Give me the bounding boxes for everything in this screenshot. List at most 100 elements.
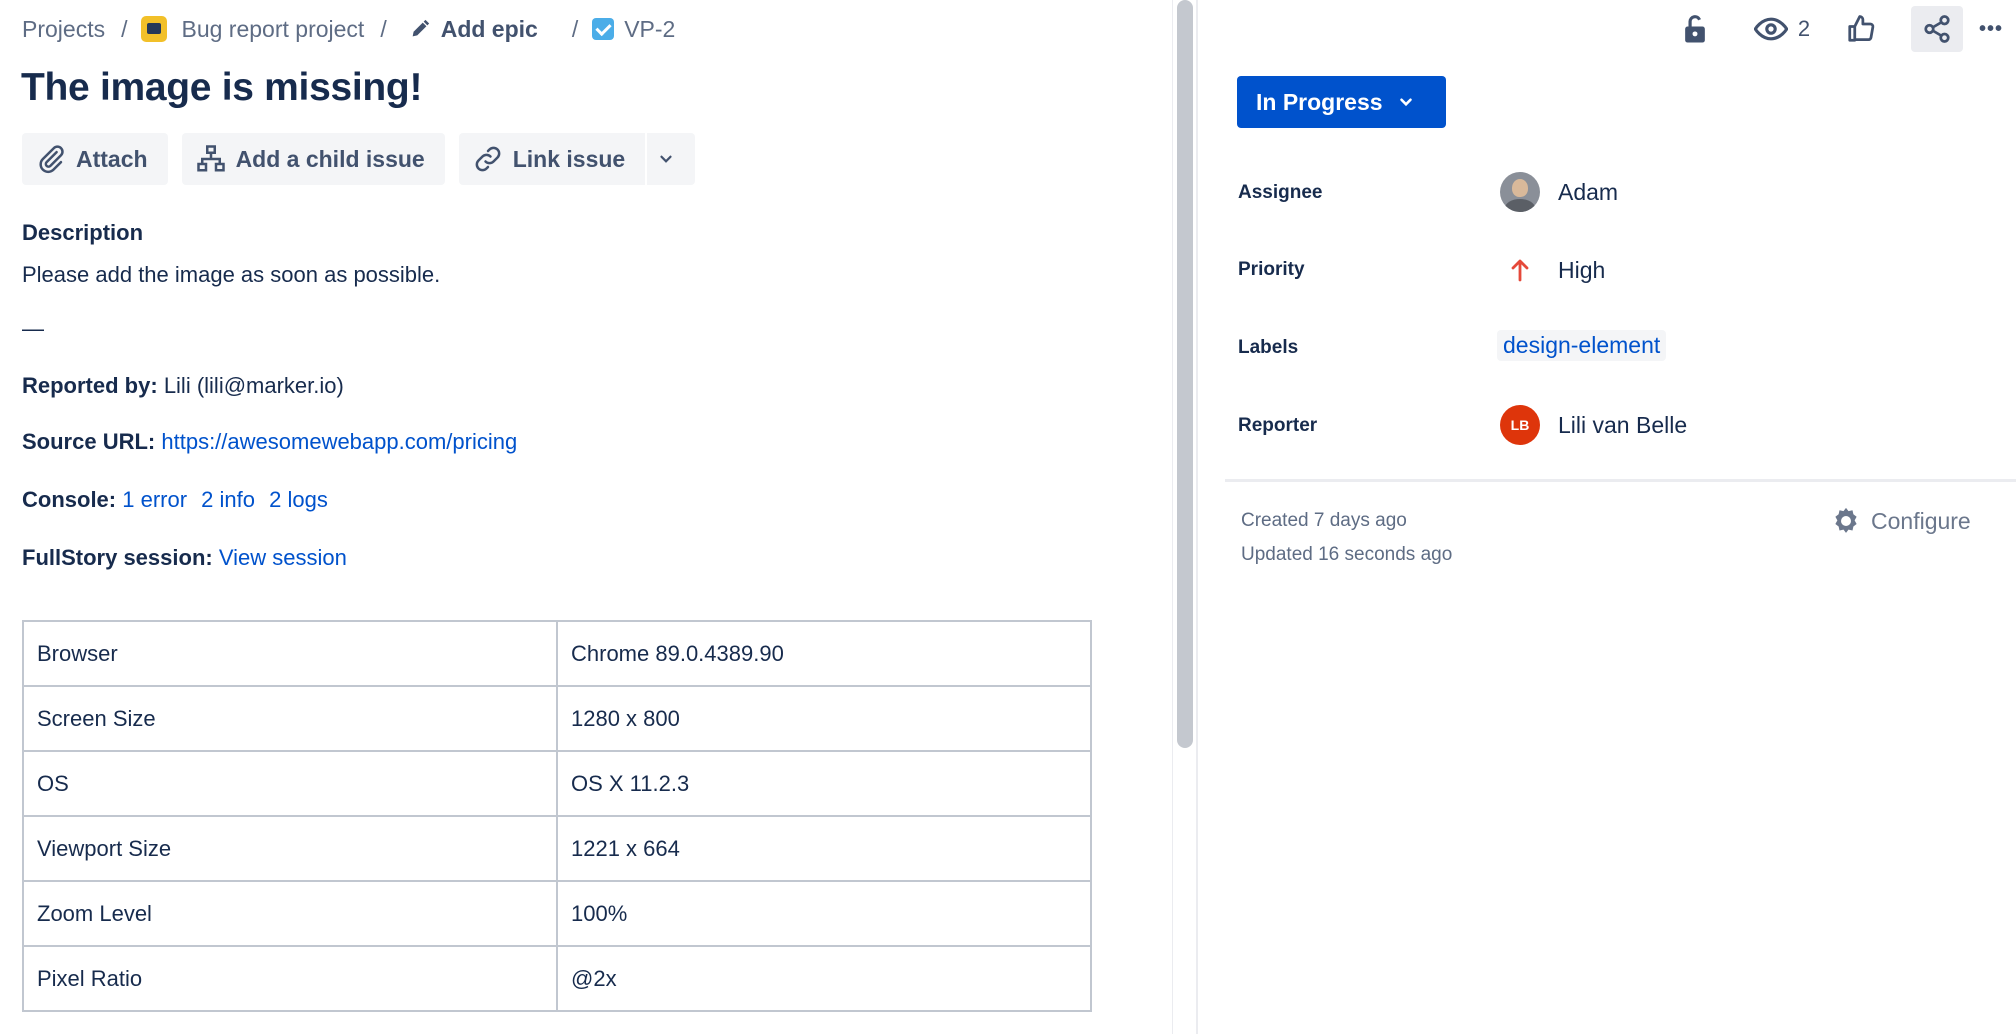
reported-by-line: Reported by: Lili (lili@marker.io) xyxy=(22,373,344,399)
add-child-label: Add a child issue xyxy=(235,145,425,172)
watchers-count: 2 xyxy=(1797,16,1811,41)
link-issue-label: Link issue xyxy=(512,145,626,172)
fullstory-label: FullStory session: xyxy=(22,545,213,570)
breadcrumb: Projects / Bug report project / Add epic… xyxy=(22,14,675,44)
configure-label: Configure xyxy=(1871,507,1971,534)
issue-details-panel: 2 ••• In Progress Assignee Adam Priority… xyxy=(1199,0,2016,1034)
reporter-value: Lili van Belle xyxy=(1558,411,1688,438)
issue-title[interactable]: The image is missing! xyxy=(21,66,422,110)
source-url-line: Source URL: https://awesomewebapp.com/pr… xyxy=(22,429,525,455)
labels-label: Labels xyxy=(1238,337,1299,358)
breadcrumb-separator: / xyxy=(380,15,387,42)
scrollbar-thumb[interactable] xyxy=(1177,0,1193,748)
breadcrumb-issue-key[interactable]: VP-2 xyxy=(592,16,675,43)
console-logs-link[interactable]: 2 logs xyxy=(269,487,328,512)
labels-field[interactable]: design-element xyxy=(1497,330,1667,361)
paperclip-icon xyxy=(39,145,64,174)
created-date: Created 7 days ago xyxy=(1241,510,1407,531)
unlock-icon xyxy=(1685,15,1705,43)
updated-date: Updated 16 seconds ago xyxy=(1241,544,1453,565)
assignee-field[interactable]: Adam xyxy=(1500,172,1618,212)
issue-toolbar: 2 ••• xyxy=(1199,0,2016,54)
table-cell-key: Browser xyxy=(22,620,558,687)
priority-high-icon xyxy=(1500,250,1540,290)
table-cell-key: Zoom Level xyxy=(22,880,558,947)
more-actions-button[interactable] xyxy=(645,133,695,185)
gear-icon xyxy=(1835,507,1857,533)
breadcrumb-separator: / xyxy=(121,15,128,42)
assignee-label: Assignee xyxy=(1238,182,1323,203)
table-cell-value: @2x xyxy=(556,945,1092,1012)
share-icon xyxy=(1924,15,1950,43)
status-dropdown[interactable]: In Progress xyxy=(1237,76,1446,128)
task-type-icon xyxy=(592,18,615,40)
table-cell-key: Screen Size xyxy=(22,685,558,752)
table-row: Screen Size 1280 x 800 xyxy=(22,685,1092,752)
table-row: Zoom Level 100% xyxy=(22,880,1092,947)
source-url-label: Source URL: xyxy=(22,429,156,454)
description-divider: — xyxy=(22,316,44,341)
reported-by-value: Lili (lili@marker.io) xyxy=(163,373,344,398)
label-chip[interactable]: design-element xyxy=(1497,330,1667,361)
table-row: OS OS X 11.2.3 xyxy=(22,750,1092,817)
thumbs-up-icon xyxy=(1848,15,1875,42)
link-issue-group: Link issue xyxy=(458,133,696,185)
watch-button[interactable]: 2 xyxy=(1747,6,1817,52)
add-epic-label: Add epic xyxy=(440,15,538,42)
console-error-link[interactable]: 1 error xyxy=(122,487,187,512)
add-child-issue-button[interactable]: Add a child issue xyxy=(181,133,445,185)
description-heading: Description xyxy=(22,220,144,245)
assignee-value: Adam xyxy=(1558,178,1619,205)
console-info-link[interactable]: 2 info xyxy=(201,487,255,512)
table-cell-value: 1221 x 664 xyxy=(556,815,1092,882)
assignee-avatar xyxy=(1500,172,1540,212)
status-label: In Progress xyxy=(1256,88,1383,115)
table-row: Viewport Size 1221 x 664 xyxy=(22,815,1092,882)
more-options-button[interactable]: ••• xyxy=(1969,6,2013,52)
configure-button[interactable]: Configure xyxy=(1831,506,1971,536)
table-cell-key: Pixel Ratio xyxy=(22,945,558,1012)
view-session-link[interactable]: View session xyxy=(219,545,347,570)
add-epic-button[interactable]: Add epic xyxy=(409,16,538,43)
restrictions-button[interactable] xyxy=(1673,6,1717,52)
table-cell-key: Viewport Size xyxy=(22,815,558,882)
table-row: Pixel Ratio @2x xyxy=(22,945,1092,1012)
console-label: Console: xyxy=(22,487,117,512)
table-cell-value: OS X 11.2.3 xyxy=(556,750,1092,817)
reported-by-label: Reported by: xyxy=(22,373,158,398)
eye-icon xyxy=(1753,17,1788,41)
environment-table: Browser Chrome 89.0.4389.90 Screen Size … xyxy=(22,620,1092,1012)
issue-main-panel: Projects / Bug report project / Add epic… xyxy=(0,0,1172,1034)
table-row: Browser Chrome 89.0.4389.90 xyxy=(22,620,1092,687)
reporter-avatar: LB xyxy=(1500,405,1540,445)
table-cell-key: OS xyxy=(22,750,558,817)
breadcrumb-project-label: Bug report project xyxy=(181,15,365,42)
hierarchy-icon xyxy=(196,145,225,172)
priority-value: High xyxy=(1558,256,1606,283)
source-url-link[interactable]: https://awesomewebapp.com/pricing xyxy=(161,429,517,454)
priority-label: Priority xyxy=(1238,259,1305,280)
issue-dates: Created 7 days ago Updated 16 seconds ag… xyxy=(1241,504,1452,572)
reporter-label: Reporter xyxy=(1238,415,1318,436)
description-text[interactable]: Please add the image as soon as possible… xyxy=(22,262,440,288)
console-line: Console: 1 error 2 info 2 logs xyxy=(22,487,336,513)
issue-key-label: VP-2 xyxy=(624,15,676,42)
priority-field[interactable]: High xyxy=(1500,250,1605,290)
section-divider xyxy=(1225,479,2016,482)
chevron-down-icon xyxy=(1399,98,1412,107)
attach-label: Attach xyxy=(76,145,148,172)
chevron-down-icon xyxy=(660,155,672,163)
table-cell-value: 100% xyxy=(556,880,1092,947)
fullstory-line: FullStory session: View session xyxy=(22,545,355,571)
share-button[interactable] xyxy=(1911,6,1963,52)
table-cell-value: 1280 x 800 xyxy=(556,685,1092,752)
pencil-icon xyxy=(412,19,429,37)
project-icon xyxy=(141,16,168,42)
link-issue-button[interactable]: Link issue xyxy=(459,133,645,185)
link-icon xyxy=(475,146,501,172)
breadcrumb-projects[interactable]: Projects xyxy=(22,16,105,43)
breadcrumb-project[interactable]: Bug report project xyxy=(141,16,364,43)
reporter-field[interactable]: LB Lili van Belle xyxy=(1500,405,1687,445)
vote-button[interactable] xyxy=(1839,6,1883,52)
attach-button[interactable]: Attach xyxy=(22,133,168,185)
